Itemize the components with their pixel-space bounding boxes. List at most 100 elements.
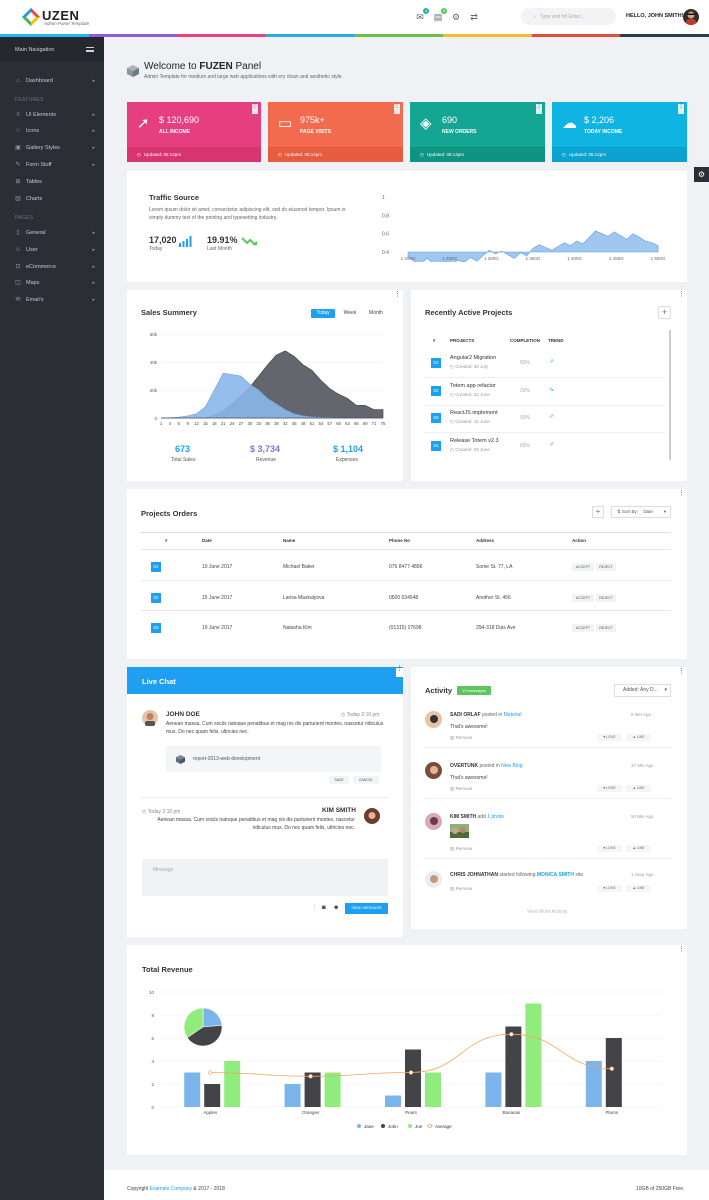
message-input[interactable]: Message [142,859,388,896]
tab-today[interactable]: Today [311,309,335,318]
sidebar-item-gallery[interactable]: ▣ Gallery Styles ▸ [15,143,95,153]
more-icon[interactable]: ⋮ [678,668,685,675]
added-filter-select[interactable]: Added: Any D... ▾ [614,684,671,697]
divider [141,549,671,550]
sidebar-item-ui-elements[interactable]: ≡ UI Elements ▸ [15,110,95,120]
activity-photo[interactable] [450,824,469,838]
avatar[interactable] [425,813,442,830]
reject-button[interactable]: REJECT [596,593,616,602]
sidebar-item-tables[interactable]: ⊞ Tables [15,177,95,187]
chat-card [127,667,403,937]
love-button[interactable]: ♥ LOVE [597,785,622,792]
activity-link[interactable]: 1 photo [487,814,504,820]
project-name[interactable]: Angular2 Migration [450,355,496,361]
avatar[interactable] [425,711,442,728]
reject-button[interactable]: REJECT [596,563,616,571]
send-message-button[interactable]: SEND MESSAGE [345,903,388,914]
save-button[interactable]: SAVE [329,776,349,784]
mail-icon[interactable]: ✉ 4 [414,8,429,23]
tab-week[interactable]: Week [338,309,362,318]
sidebar-item-icons[interactable]: ☆ Icons ▸ [15,126,95,136]
x-tick-label: 66 [354,421,359,426]
settings-gear-icon[interactable]: ⚙ [694,167,709,182]
reject-button[interactable]: REJECT [596,624,616,632]
search-input[interactable]: ⌕ Type and hit Enter... [521,8,616,25]
activity-action: add [477,814,486,820]
stat-card-today: ◴ Updated: 05:14pm ☁ $ 2,206 TODAY INCOME… [552,102,687,162]
project-name[interactable]: Totem app refactor [450,383,496,389]
remove-link[interactable]: ▥ Remove [450,786,472,792]
view-more-link[interactable]: View More Activity [527,909,567,915]
more-icon[interactable]: ⋮ [396,666,403,677]
cancel-button[interactable]: CANCEL [353,776,379,784]
attach-icon[interactable]: ⫶ [314,905,316,912]
remove-link[interactable]: ▥ Remove [450,886,472,892]
add-project-button[interactable]: + [658,306,671,319]
activity-link[interactable]: New Blog [501,763,522,769]
activity-link[interactable]: MONICA SMITH [537,872,574,878]
camera-icon[interactable]: ◙ [322,905,326,911]
like-button[interactable]: ▲ LIKE [626,734,651,741]
project-name[interactable]: Release Totem v2.3 [450,438,499,444]
more-icon[interactable]: ⋮ [678,291,685,298]
remove-link[interactable]: ▥ Remove [450,846,472,852]
company-link[interactable]: Example Company [150,1186,192,1192]
order-name[interactable]: Natasha Kim [283,625,312,631]
like-button[interactable]: ▲ LIKE [626,785,651,792]
order-name[interactable]: Larisa Maskalyova [283,595,324,601]
emoji-icon[interactable]: ☻ [333,905,339,911]
accept-button[interactable]: ACCEPT [572,563,594,571]
more-icon[interactable]: ⋮ [678,490,685,497]
add-order-button[interactable]: + [592,506,604,518]
sidebar-item-general[interactable]: ▯ General ▸ [15,228,95,238]
scrollbar[interactable] [669,330,671,460]
more-icon[interactable]: ⋮ [252,103,258,114]
sidebar-item-user[interactable]: ☺ User ▸ [15,245,95,255]
sidebar-item-dashboard[interactable]: ⌂ Dashboard ▸ [15,76,95,86]
avatar[interactable] [683,9,699,25]
more-icon[interactable]: ⋮ [678,103,684,114]
menu-toggle-icon[interactable] [86,47,94,52]
avatar[interactable] [425,871,442,888]
sidebar-item-form-stuff[interactable]: ✎ Form Stuff ▸ [15,160,95,170]
gear-icon[interactable]: ⚙ [450,11,462,23]
user-greeting[interactable]: HELLO, JOHN SMITH! [626,13,683,19]
col-header: Name [283,538,296,543]
x-tick-label: 1 200G [401,256,416,261]
chat-icon[interactable]: ▤ 5 [432,8,447,23]
attachment-name[interactable]: report-2013-web-development [193,756,260,762]
love-button[interactable]: ♥ LOVE [597,734,622,741]
accept-button[interactable]: ACCEPT [572,593,594,602]
sales-title: Sales Summery [141,308,197,317]
sort-select[interactable]: ⇅ Sort By: Date ▾ [611,506,671,518]
sidebar-item-ecommerce[interactable]: ⊡ eCommerce ▸ [15,262,95,272]
activity-link[interactable]: Material [504,712,522,718]
more-icon[interactable]: ⋮ [678,946,685,953]
avatar[interactable] [364,808,380,824]
sidebar-item-emails[interactable]: ✉ Email's ▸ [15,295,95,305]
avatar[interactable] [142,710,158,726]
avatar[interactable] [425,762,442,779]
stat-value: 690 [442,115,458,125]
more-icon[interactable]: ⋮ [394,103,400,114]
sidebar-header: Main Navigation [0,37,104,62]
like-button[interactable]: ▲ LIKE [626,885,651,892]
divider [141,579,671,581]
love-button[interactable]: ♥ LOVE [597,845,622,852]
like-button[interactable]: ▲ LIKE [626,845,651,852]
y-tick-label: 40k [150,360,158,365]
more-icon[interactable]: ⋮ [394,291,401,298]
love-button[interactable]: ♥ LOVE [597,885,622,892]
order-name[interactable]: Michael Baker [283,564,315,570]
x-tick-label: 60 [336,421,341,426]
sidebar-item-maps[interactable]: ◫ Maps ▸ [15,278,95,288]
accept-button[interactable]: ACCEPT [572,624,594,632]
logo-icon[interactable] [22,8,40,26]
tab-month[interactable]: Month [364,309,388,318]
project-name[interactable]: ReactJS implement [450,410,498,416]
chevron-right-icon: ▸ [92,128,95,134]
sliders-icon[interactable]: ⇄ [468,11,480,23]
remove-link[interactable]: ▥ Remove [450,735,472,741]
sidebar-item-charts[interactable]: ▥ Charts [15,194,95,204]
more-icon[interactable]: ⋮ [536,103,542,114]
